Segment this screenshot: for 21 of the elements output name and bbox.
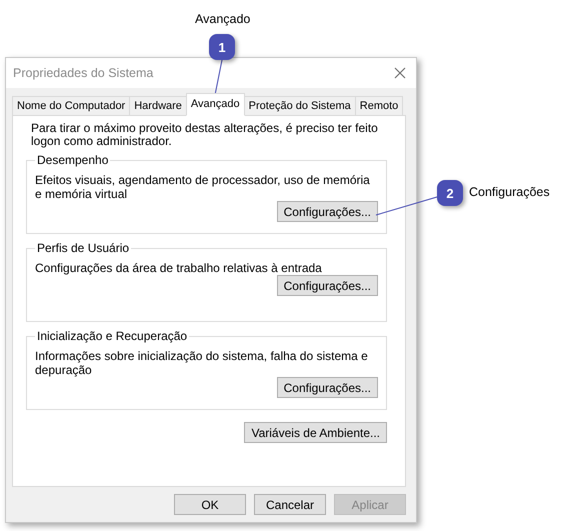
callout-label: Configurações [469,185,550,199]
dialog-button[interactable]: OK [174,494,246,515]
group-description: Efeitos visuais, agendamento de processador, uso de memória e memória virtual [35,173,371,201]
environment-variables-button[interactable]: Variáveis de Ambiente... [244,422,387,443]
window-title: Propriedades do Sistema [13,66,154,80]
callout-badge: 2 [437,180,463,206]
callout-badge: 1 [209,34,235,60]
tab[interactable]: Avançado [186,93,245,116]
tab[interactable]: Nome do Computador [12,96,130,115]
settings-button[interactable]: Configurações... [276,201,378,222]
settings-button[interactable]: Configurações... [276,377,378,398]
callout-label: Avançado [195,12,250,26]
intro-text: Para tirar o máximo proveito destas alterações, é preciso ter feito logon como administrador. [31,122,379,148]
group-description: Informações sobre inicialização do sistema, falha do sistema e depuração [35,349,369,377]
group-title: Inicialização e Recuperação [36,330,188,343]
settings-button[interactable]: Configurações... [276,275,378,296]
group-title: Perfis de Usuário [36,242,130,255]
tab[interactable]: Remoto [354,96,404,115]
dialog-button[interactable]: Cancelar [254,494,326,515]
group-title: Desempenho [36,154,110,167]
group-description: Configurações da área de trabalho relativas à entrada [35,261,323,275]
